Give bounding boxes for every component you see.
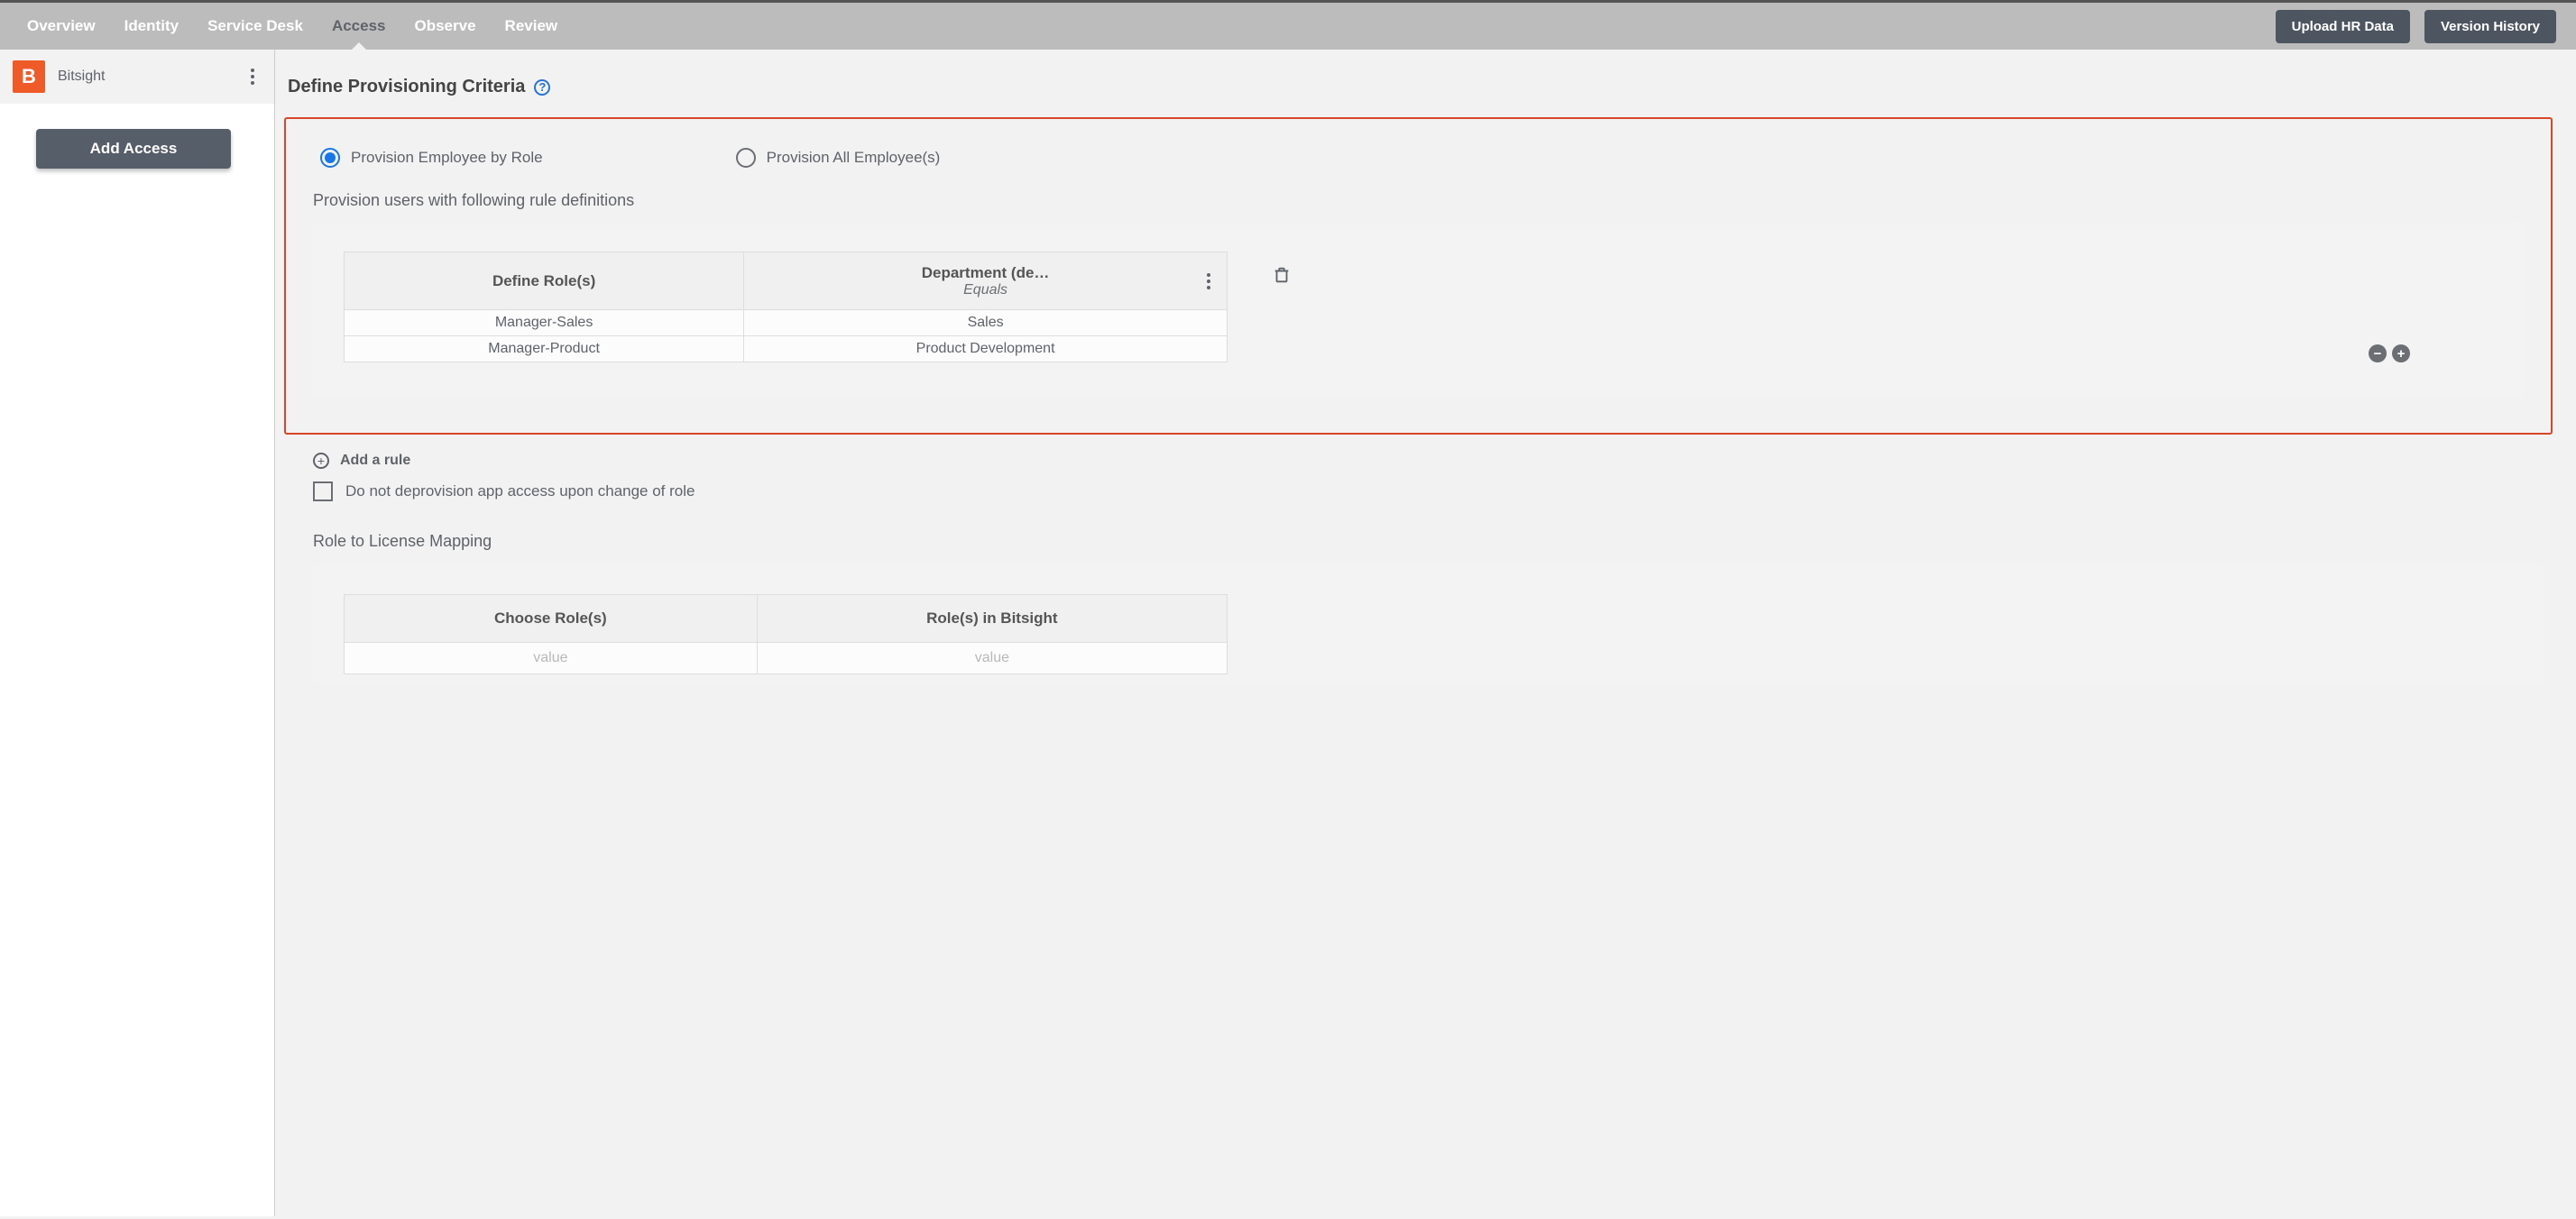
tab-observe[interactable]: Observe <box>400 3 491 50</box>
tab-service-desk[interactable]: Service Desk <box>193 3 317 50</box>
topbar: Overview Identity Service Desk Access Ob… <box>0 0 2576 50</box>
no-deprovision-checkbox-row[interactable]: Do not deprovision app access upon chang… <box>313 481 2544 501</box>
rule-panel: Define Role(s) Department (de… Equals <box>313 223 2524 397</box>
add-rule-label: Add a rule <box>340 453 410 469</box>
mapping-title: Role to License Mapping <box>313 532 2544 551</box>
radio-label: Provision Employee by Role <box>351 149 543 167</box>
app-more-icon[interactable] <box>244 63 262 90</box>
section-title-row: Define Provisioning Criteria ? <box>284 77 2553 97</box>
tab-identity[interactable]: Identity <box>110 3 193 50</box>
checkbox-icon[interactable] <box>313 481 333 501</box>
provisioning-criteria-box: Provision Employee by Role Provision All… <box>284 117 2553 435</box>
app-logo: B <box>13 60 45 93</box>
cell-role[interactable]: Manager-Product <box>345 336 744 362</box>
tab-review[interactable]: Review <box>491 3 573 50</box>
checkbox-label: Do not deprovision app access upon chang… <box>345 482 695 500</box>
mapping-panel: Choose Role(s) Role(s) in Bitsight value… <box>313 565 2544 683</box>
add-row-icon[interactable]: + <box>2392 344 2410 362</box>
add-access-button[interactable]: Add Access <box>36 129 231 169</box>
sidebar: B Bitsight Add Access <box>0 50 275 1216</box>
app-row: B Bitsight <box>0 50 274 104</box>
column-more-icon[interactable] <box>1200 268 1218 295</box>
tab-overview[interactable]: Overview <box>13 3 110 50</box>
rules-heading: Provision users with following rule defi… <box>313 191 2524 210</box>
delete-icon[interactable] <box>1272 264 1292 286</box>
help-icon[interactable]: ? <box>534 79 550 96</box>
radio-icon <box>736 148 756 168</box>
cell-choose-role[interactable]: value <box>345 643 758 674</box>
radio-icon <box>320 148 340 168</box>
cell-bitsight-role[interactable]: value <box>757 643 1227 674</box>
app-name: Bitsight <box>58 69 231 85</box>
rule-col-department-header: Department (de… Equals <box>744 252 1228 310</box>
mapping-table: Choose Role(s) Role(s) in Bitsight value… <box>344 594 1228 674</box>
tab-access[interactable]: Access <box>317 3 400 50</box>
section-title: Define Provisioning Criteria <box>288 77 525 97</box>
table-row: Manager-Sales Sales <box>345 310 1228 336</box>
mapping-col-bitsight-header: Role(s) in Bitsight <box>757 595 1227 643</box>
add-rule-button[interactable]: + Add a rule <box>313 453 2544 469</box>
table-row: value value <box>345 643 1228 674</box>
mapping-col-choose-header: Choose Role(s) <box>345 595 758 643</box>
cell-department[interactable]: Sales <box>744 310 1228 336</box>
topbar-actions: Upload HR Data Version History <box>2276 3 2563 50</box>
plus-circle-icon: + <box>313 453 329 469</box>
topnav: Overview Identity Service Desk Access Ob… <box>13 3 572 50</box>
main: Define Provisioning Criteria ? Provision… <box>275 50 2576 1216</box>
version-history-button[interactable]: Version History <box>2424 10 2556 43</box>
remove-row-icon[interactable]: − <box>2369 344 2387 362</box>
cell-department[interactable]: Product Development <box>744 336 1228 362</box>
row-actions: − + <box>2369 344 2410 362</box>
rule-col-role-header: Define Role(s) <box>345 252 744 310</box>
provision-mode-radio-group: Provision Employee by Role Provision All… <box>320 148 2524 168</box>
upload-hr-data-button[interactable]: Upload HR Data <box>2276 10 2410 43</box>
radio-provision-all[interactable]: Provision All Employee(s) <box>736 148 941 168</box>
radio-label: Provision All Employee(s) <box>767 149 941 167</box>
table-row: Manager-Product Product Development <box>345 336 1228 362</box>
radio-provision-by-role[interactable]: Provision Employee by Role <box>320 148 543 168</box>
cell-role[interactable]: Manager-Sales <box>345 310 744 336</box>
rule-table: Define Role(s) Department (de… Equals <box>344 252 1228 362</box>
